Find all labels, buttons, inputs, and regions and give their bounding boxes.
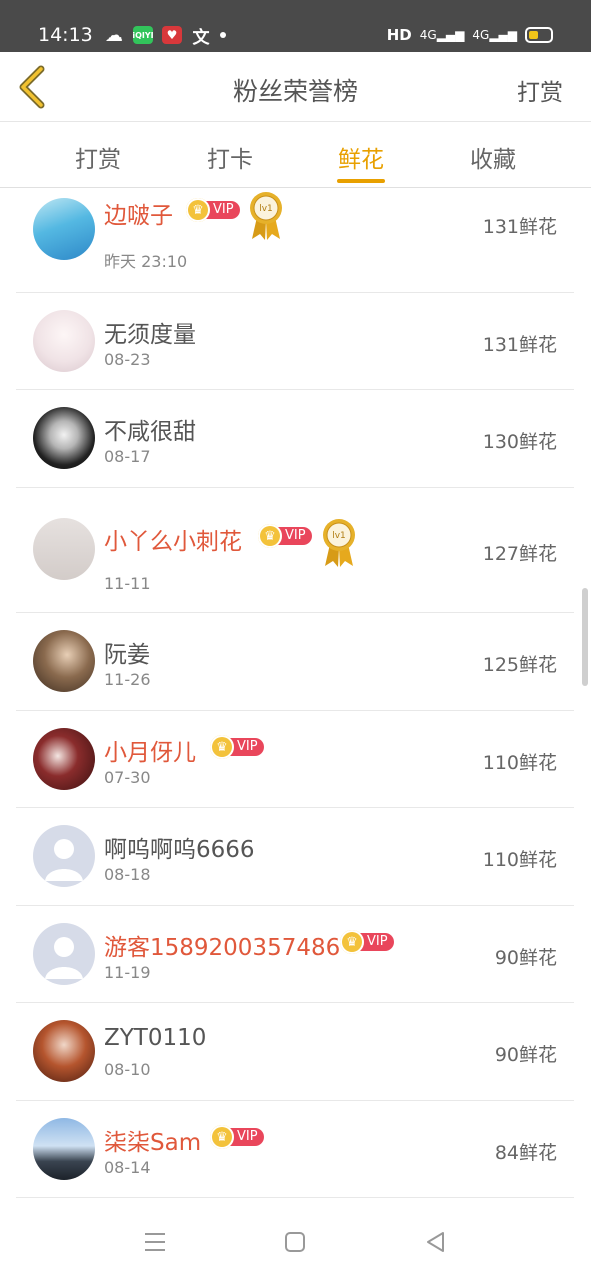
user-name: 无须度量 [104,322,196,348]
home-square-icon [285,1232,305,1252]
list-item[interactable]: 小月伢儿 ♛ VIP 07-30 110鲜花 [16,711,574,808]
fan-ranking-list: 边啵子 ♛ VIP lv1 昨天 23:10 131鲜花 无须度量 08-23 … [0,188,591,1198]
tab-bar: 打赏 打卡 鲜花 收藏 [0,122,591,188]
flower-count: 125鲜花 [482,654,557,676]
notification-icons: ☁ iQIYI ♥ 文 [104,24,226,48]
avatar [33,407,95,469]
system-nav-bar [0,1198,591,1280]
item-date: 11-11 [104,574,151,593]
list-item[interactable]: 柒柒Sam ♛ VIP 08-14 84鲜花 [16,1101,574,1198]
list-item[interactable]: 游客1589200357486 ♛ VIP 11-19 90鲜花 [16,906,574,1003]
svg-text:lv1: lv1 [332,531,346,541]
item-date: 08-17 [104,447,151,466]
crown-icon: ♛ [210,735,234,759]
header: 粉丝荣誉榜 打赏 [0,52,591,122]
scrollbar[interactable] [582,588,588,686]
active-tab-indicator [337,179,385,183]
user-name: 游客1589200357486 [104,935,341,961]
hd-icon: HD [386,26,412,44]
flower-count: 131鲜花 [482,334,557,356]
tab-reward[interactable]: 打赏 [48,140,148,174]
default-avatar-icon [45,839,83,881]
battery-icon [525,27,553,43]
page-title: 粉丝荣誉榜 [232,77,358,106]
user-name: ZYT0110 [104,1025,207,1051]
item-date: 08-23 [104,350,151,369]
flower-count: 110鲜花 [482,752,557,774]
status-time: 14:13 [38,24,93,46]
back-triangle-icon [427,1232,444,1252]
wechat-icon: ☁ [105,24,123,46]
item-date: 08-14 [104,1158,151,1177]
signal-icon-1: 4G▂▄▆ [419,28,465,42]
status-bar: 14:13 ☁ iQIYI ♥ 文 HD 4G▂▄▆ 4G▂▄▆ [0,0,591,52]
system-icons: HD 4G▂▄▆ 4G▂▄▆ [387,26,553,44]
flower-count: 90鲜花 [494,947,557,969]
wen-app-icon: 文 [192,27,210,48]
level-medal-icon: lv1 [323,519,355,567]
avatar [33,728,95,790]
item-date: 11-26 [104,670,151,689]
avatar [33,310,95,372]
default-avatar-icon [45,937,83,979]
tab-favorites[interactable]: 收藏 [443,140,543,174]
crown-icon: ♛ [186,198,210,222]
avatar [33,1020,95,1082]
menu-nav-button[interactable] [140,1228,170,1256]
list-item[interactable]: 小丫么小刺花 ♛ VIP lv1 11-11 127鲜花 [16,488,574,613]
svg-text:lv1: lv1 [259,204,273,214]
more-notifications-dot-icon [220,32,226,38]
vip-badge: ♛ VIP [210,735,264,759]
crown-icon: ♛ [210,1125,234,1149]
flower-count: 130鲜花 [482,431,557,453]
user-name: 小月伢儿 [104,740,196,766]
back-nav-button[interactable] [420,1228,450,1256]
list-item[interactable]: ZYT0110 08-10 90鲜花 [16,1003,574,1101]
flower-count: 84鲜花 [494,1142,557,1164]
avatar [33,825,95,887]
menu-icon [145,1233,165,1251]
tab-checkin[interactable]: 打卡 [180,140,280,174]
avatar [33,198,95,260]
vip-badge: ♛ VIP [340,930,394,954]
level-medal-icon: lv1 [250,192,282,240]
flower-count: 90鲜花 [494,1044,557,1066]
user-name: 不咸很甜 [104,419,196,445]
flower-count: 127鲜花 [482,543,557,565]
vip-badge: ♛ VIP [186,198,240,222]
signal-icon-2: 4G▂▄▆ [472,28,517,42]
avatar [33,923,95,985]
item-date: 11-19 [104,963,151,982]
avatar [33,1118,95,1180]
flower-count: 131鲜花 [482,216,557,238]
home-nav-button[interactable] [280,1228,310,1256]
item-date: 08-18 [104,865,151,884]
crown-icon: ♛ [340,930,364,954]
iqiyi-icon: iQIYI [132,26,154,44]
heart-app-icon: ♥ [162,26,182,44]
avatar [33,630,95,692]
crown-icon: ♛ [258,524,282,548]
flower-count: 110鲜花 [482,849,557,871]
tab-flowers[interactable]: 鲜花 [311,140,411,174]
avatar [33,518,95,580]
list-item[interactable]: 啊呜啊呜6666 08-18 110鲜花 [16,808,574,906]
list-item[interactable]: 阮姜 11-26 125鲜花 [16,613,574,711]
user-name: 小丫么小刺花 [104,529,242,555]
user-name: 阮姜 [104,642,150,668]
user-name: 柒柒Sam [104,1130,202,1156]
list-item[interactable]: 边啵子 ♛ VIP lv1 昨天 23:10 131鲜花 [16,188,574,293]
vip-badge: ♛ VIP [210,1125,264,1149]
user-name: 啊呜啊呜6666 [104,837,255,863]
reward-button[interactable]: 打赏 [517,73,563,107]
item-date: 08-10 [104,1060,151,1079]
user-name: 边啵子 [104,203,173,229]
item-date: 07-30 [104,768,151,787]
item-date: 昨天 23:10 [104,252,188,271]
vip-badge: ♛ VIP [258,524,312,548]
list-item[interactable]: 无须度量 08-23 131鲜花 [16,293,574,390]
list-item[interactable]: 不咸很甜 08-17 130鲜花 [16,390,574,488]
